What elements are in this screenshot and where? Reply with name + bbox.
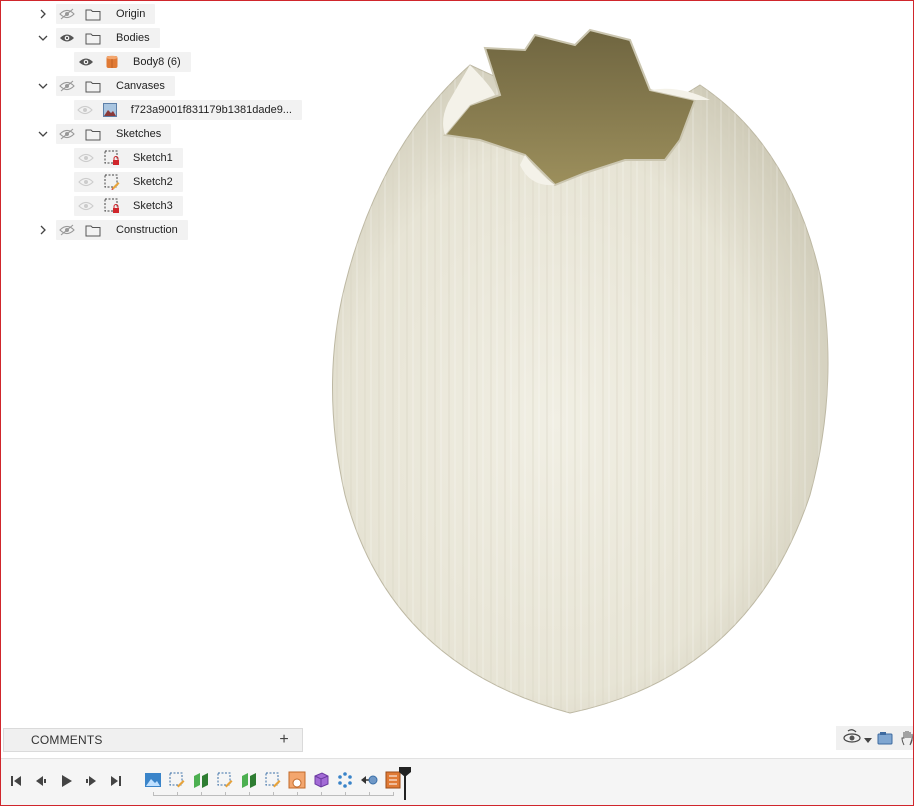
folder-icon bbox=[84, 77, 102, 95]
form-feature-icon[interactable] bbox=[288, 771, 306, 789]
vase-model[interactable] bbox=[320, 25, 840, 720]
eye-hidden-icon[interactable] bbox=[77, 197, 95, 215]
timeline bbox=[0, 758, 914, 806]
skip-to-end-icon[interactable] bbox=[107, 772, 125, 790]
browser-item-label: f723a9001f831179b1381dade9... bbox=[130, 104, 292, 116]
navigation-toolbar bbox=[836, 726, 914, 750]
sketch-feature-icon[interactable] bbox=[264, 771, 282, 789]
chevron-right-icon[interactable] bbox=[36, 7, 50, 21]
chevron-down-icon[interactable] bbox=[36, 31, 50, 45]
timeline-marker-handle[interactable] bbox=[398, 766, 412, 803]
eye-hidden-icon[interactable] bbox=[58, 77, 76, 95]
folder-icon bbox=[84, 5, 102, 23]
timeline-tick bbox=[321, 792, 322, 796]
timeline-tick bbox=[273, 792, 274, 796]
chevron-down-icon[interactable] bbox=[36, 79, 50, 93]
body-icon bbox=[103, 53, 121, 71]
chevron-right-icon[interactable] bbox=[36, 223, 50, 237]
eye-icon[interactable] bbox=[58, 29, 76, 47]
sketch-locked-icon bbox=[103, 149, 121, 167]
canvas-image-icon bbox=[102, 101, 119, 119]
browser-item-label: Body8 (6) bbox=[133, 56, 181, 68]
eye-hidden-icon[interactable] bbox=[58, 5, 76, 23]
box-feature-icon[interactable] bbox=[312, 771, 330, 789]
extrude-feature-icon[interactable] bbox=[192, 771, 210, 789]
sketch-locked-icon bbox=[103, 197, 121, 215]
add-comment-button[interactable]: + bbox=[276, 731, 292, 749]
canvas-feature-icon[interactable] bbox=[144, 771, 162, 789]
browser-item-sketches[interactable]: Sketches bbox=[56, 124, 172, 144]
timeline-tick bbox=[369, 792, 370, 796]
timeline-tick bbox=[153, 792, 154, 796]
skip-to-start-icon[interactable] bbox=[7, 772, 25, 790]
chevron-down-icon[interactable] bbox=[864, 735, 872, 747]
sketch-feature-icon[interactable] bbox=[216, 771, 234, 789]
browser-item-body8[interactable]: Body8 (6) bbox=[74, 52, 191, 72]
folder-icon bbox=[84, 29, 102, 47]
eye-hidden-icon[interactable] bbox=[58, 221, 76, 239]
browser-item-label: Sketch3 bbox=[133, 200, 173, 212]
pattern-feature-icon[interactable] bbox=[336, 771, 354, 789]
folder-icon bbox=[84, 125, 102, 143]
extrude-feature-icon[interactable] bbox=[240, 771, 258, 789]
browser-item-canvases[interactable]: Canvases bbox=[56, 76, 175, 96]
browser-item-label: Sketches bbox=[116, 128, 162, 140]
comments-panel[interactable]: COMMENTS + bbox=[3, 728, 303, 752]
browser-item-label: Canvases bbox=[116, 80, 165, 92]
eye-hidden-icon[interactable] bbox=[58, 125, 76, 143]
browser-item-origin[interactable]: Origin bbox=[56, 4, 156, 24]
sketch-feature-icon[interactable] bbox=[168, 771, 186, 789]
timeline-tick bbox=[225, 792, 226, 796]
play-icon[interactable] bbox=[57, 772, 75, 790]
browser-item-sketch2[interactable]: Sketch2 bbox=[74, 172, 183, 192]
timeline-tick bbox=[393, 792, 394, 796]
browser-item-sketch1[interactable]: Sketch1 bbox=[74, 148, 183, 168]
pan-hand-icon[interactable] bbox=[900, 729, 914, 750]
browser-item-canvas-image[interactable]: f723a9001f831179b1381dade9... bbox=[74, 100, 302, 120]
browser-item-label: Construction bbox=[116, 224, 178, 236]
browser-item-label: Sketch1 bbox=[133, 152, 173, 164]
browser-item-label: Origin bbox=[116, 8, 146, 20]
browser-item-bodies[interactable]: Bodies bbox=[56, 28, 160, 48]
look-at-icon[interactable] bbox=[876, 729, 894, 750]
timeline-tick bbox=[249, 792, 250, 796]
timeline-tick bbox=[177, 792, 178, 796]
browser-item-label: Sketch2 bbox=[133, 176, 173, 188]
timeline-tick bbox=[297, 792, 298, 796]
eye-hidden-icon[interactable] bbox=[77, 101, 94, 119]
step-forward-icon[interactable] bbox=[82, 772, 100, 790]
browser-item-label: Bodies bbox=[116, 32, 150, 44]
browser-item-construction[interactable]: Construction bbox=[56, 220, 188, 240]
folder-icon bbox=[84, 221, 102, 239]
browser-item-sketch3[interactable]: Sketch3 bbox=[74, 196, 183, 216]
timeline-tick bbox=[201, 792, 202, 796]
sketch-edit-icon bbox=[103, 173, 121, 191]
timeline-tick bbox=[345, 792, 346, 796]
move-feature-icon[interactable] bbox=[360, 771, 378, 789]
step-back-icon[interactable] bbox=[32, 772, 50, 790]
eye-hidden-icon[interactable] bbox=[77, 149, 95, 167]
orbit-icon[interactable] bbox=[842, 729, 862, 750]
eye-hidden-icon[interactable] bbox=[77, 173, 95, 191]
eye-icon[interactable] bbox=[77, 53, 95, 71]
comments-title: COMMENTS bbox=[31, 733, 103, 747]
chevron-down-icon[interactable] bbox=[36, 127, 50, 141]
